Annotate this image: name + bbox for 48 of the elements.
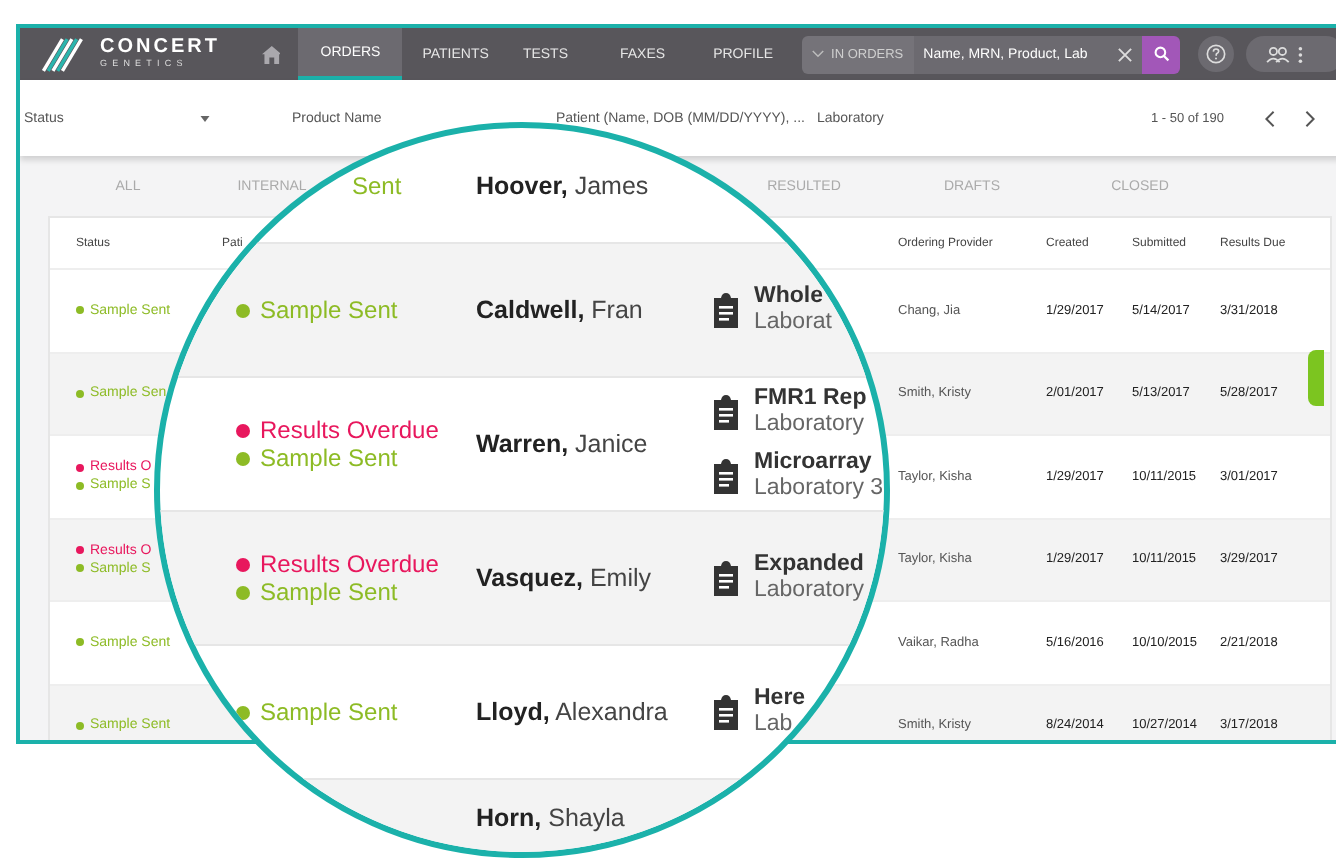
- status-dot: [236, 451, 250, 465]
- chevron-down-icon: [811, 50, 824, 58]
- user-menu-button[interactable]: [1245, 36, 1336, 72]
- patient-name: Horn, Shayla: [476, 804, 627, 832]
- clipboard-icon: [712, 694, 740, 730]
- status-dot: [236, 585, 250, 599]
- patient-name: Warren, Janice: [476, 430, 650, 458]
- clipboard-icon: [712, 394, 740, 430]
- patient-name: Vasquez, Emily: [476, 564, 654, 592]
- status-dot: [236, 705, 250, 719]
- status-text: Results Overdue: [260, 550, 439, 578]
- status-text: Sent: [352, 171, 402, 199]
- previous-page-icon[interactable]: [1264, 109, 1276, 127]
- search-icon: [1153, 46, 1170, 62]
- users-menu-icon: [1265, 45, 1306, 63]
- clear-button[interactable]: [1107, 35, 1142, 73]
- patient-name: Lloyd, Alexandra: [476, 698, 670, 726]
- product-name: Expanded: [754, 552, 864, 578]
- product-name: FMR1 Rep: [754, 386, 867, 412]
- status-text: Sample Sent: [260, 444, 398, 472]
- close-icon: [1117, 47, 1132, 61]
- laboratory-name: Laboratory: [754, 578, 864, 604]
- laboratory-name: Laboratory: [754, 412, 866, 438]
- help-button[interactable]: [1198, 36, 1234, 72]
- status-text: Sample Sent: [260, 698, 398, 726]
- clipboard-icon: [712, 292, 740, 328]
- laboratory-name: Laborat: [754, 310, 833, 336]
- laboratory-name: Lab: [754, 712, 795, 738]
- clipboard-icon: [712, 560, 740, 596]
- product-name: Whole: [754, 284, 825, 310]
- logo-icon: [40, 35, 88, 73]
- status-text: Results Overdue: [260, 416, 439, 444]
- patient-name: Caldwell, Fran: [476, 296, 645, 324]
- patient-name: Hoover, James: [476, 171, 651, 199]
- product-name: Microarray: [754, 450, 874, 476]
- logo-name: CONCERT: [100, 38, 220, 59]
- help-icon: [1206, 44, 1227, 64]
- status-text: Sample Sent: [260, 578, 398, 606]
- status-dot: [236, 423, 250, 437]
- next-page-icon[interactable]: [1304, 109, 1316, 127]
- search-button[interactable]: [1141, 35, 1181, 73]
- status-dot: [236, 303, 250, 317]
- product-name: Here: [754, 686, 806, 712]
- status-dot: [236, 557, 250, 571]
- status-text: Sample Sent: [260, 296, 398, 324]
- clipboard-icon: [712, 458, 740, 494]
- home-icon[interactable]: [261, 45, 281, 63]
- laboratory-name: Laboratory 3: [754, 476, 884, 502]
